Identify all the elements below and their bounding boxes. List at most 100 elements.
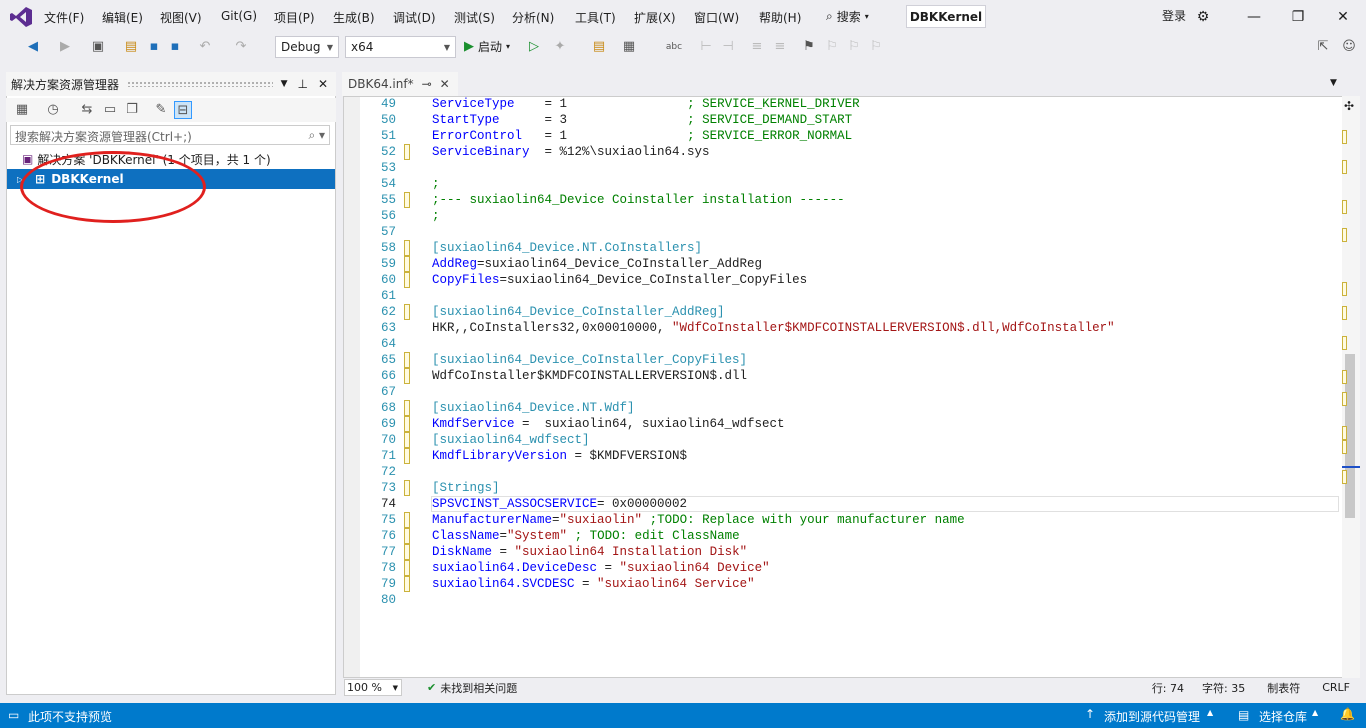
login-link[interactable]: 登录: [1162, 7, 1186, 24]
code-line[interactable]: 63 HKR,,CoInstallers32,0x00010000, "WdfCo…: [360, 320, 1115, 336]
menu-item[interactable]: 文件(F): [44, 9, 84, 26]
code-line[interactable]: 54;: [360, 176, 440, 192]
menu-item[interactable]: 分析(N): [512, 9, 554, 26]
column-indicator[interactable]: 字符: 35: [1202, 680, 1245, 696]
select-repository-button[interactable]: 选择仓库: [1259, 708, 1307, 725]
code-line[interactable]: 75 ManufacturerName="suxiaolin" ;TODO: Re…: [360, 512, 965, 528]
menu-item[interactable]: 视图(V): [160, 9, 202, 26]
minimize-icon[interactable]: —: [1244, 7, 1264, 27]
align-right-icon[interactable]: ⊣: [719, 38, 737, 56]
code-line[interactable]: 78 suxiaolin64.DeviceDesc = "suxiaolin64 …: [360, 560, 770, 576]
code-line[interactable]: 77 DiskName = "suxiaolin64 Installation D…: [360, 544, 747, 560]
menu-item[interactable]: 工具(T): [575, 9, 616, 26]
code-line[interactable]: 68 [suxiaolin64_Device.NT.Wdf]: [360, 400, 635, 416]
undo-icon[interactable]: ↶: [196, 38, 214, 56]
tab-overflow-icon[interactable]: ▼: [1330, 78, 1337, 88]
code-line[interactable]: 70 [suxiaolin64_wdfsect]: [360, 432, 590, 448]
clear-bookmarks-icon[interactable]: ⚐: [867, 38, 885, 56]
preview-selected-icon[interactable]: ⊟: [174, 101, 192, 119]
next-bookmark-icon[interactable]: ⚐: [845, 38, 863, 56]
code-line[interactable]: 53: [360, 160, 432, 176]
code-line[interactable]: 58 [suxiaolin64_Device.NT.CoInstallers]: [360, 240, 702, 256]
menu-item[interactable]: 项目(P): [274, 9, 315, 26]
drag-handle[interactable]: [127, 81, 273, 87]
start-debugging-button[interactable]: ▶ 启动 ▾: [464, 38, 510, 55]
tabs-indicator[interactable]: 制表符: [1267, 680, 1300, 696]
save-all-icon[interactable]: ▪: [166, 38, 184, 56]
search-button[interactable]: ⌕ 搜索 ▾: [826, 4, 896, 28]
close-icon[interactable]: ✕: [440, 77, 450, 91]
code-line[interactable]: 74 SPSVCINST_ASSOCSERVICE= 0x00000002: [360, 496, 687, 512]
open-folder-icon[interactable]: ▤: [122, 38, 140, 56]
add-to-source-control-button[interactable]: 添加到源代码管理: [1104, 708, 1200, 725]
spell-check-icon[interactable]: abc: [665, 38, 683, 56]
code-line[interactable]: 66 WdfCoInstaller$KMDFCOINSTALLERVERSION$…: [360, 368, 747, 384]
window-layout-icon[interactable]: ▦: [620, 38, 638, 56]
new-project-icon[interactable]: ▣: [89, 38, 107, 56]
menu-item[interactable]: 帮助(H): [759, 9, 801, 26]
save-icon[interactable]: ▪: [145, 38, 163, 56]
visual-studio-logo-icon[interactable]: [9, 6, 33, 28]
folder-view-icon[interactable]: ▤: [590, 38, 608, 56]
code-line[interactable]: 76 ClassName="System" ; TODO: edit ClassN…: [360, 528, 740, 544]
align-icon[interactable]: ⊢: [697, 38, 715, 56]
code-line[interactable]: 60 CopyFiles=suxiaolin64_Device_CoInstall…: [360, 272, 807, 288]
notifications-icon[interactable]: 🔔: [1340, 707, 1355, 721]
code-line[interactable]: 62 [suxiaolin64_Device_CoInstaller_AddReg…: [360, 304, 725, 320]
code-line[interactable]: 79 suxiaolin64.SVCDESC = "suxiaolin64 Ser…: [360, 576, 755, 592]
back-icon[interactable]: ◀: [24, 38, 42, 56]
menu-item[interactable]: 测试(S): [454, 9, 495, 26]
menu-item[interactable]: 扩展(X): [634, 9, 676, 26]
line-ending-indicator[interactable]: CRLF: [1322, 681, 1350, 694]
switch-views-icon[interactable]: ▦: [13, 101, 31, 119]
menu-item[interactable]: 生成(B): [333, 9, 375, 26]
account-settings-icon[interactable]: ⚙: [1193, 7, 1213, 27]
code-line[interactable]: 72: [360, 464, 432, 480]
code-line[interactable]: 65 [suxiaolin64_Device_CoInstaller_CopyFi…: [360, 352, 747, 368]
code-line[interactable]: 67: [360, 384, 432, 400]
sync-icon[interactable]: ⇆: [78, 101, 96, 119]
uncomment-icon[interactable]: ≡: [771, 38, 789, 56]
menu-item[interactable]: Git(G): [221, 9, 257, 23]
configuration-select[interactable]: Debug ▼: [275, 36, 339, 58]
pin-icon[interactable]: ⊸: [422, 77, 432, 91]
code-line[interactable]: 71 KmdfLibraryVersion = $KMDFVERSION$: [360, 448, 687, 464]
start-without-debugging-icon[interactable]: ▷: [525, 38, 543, 56]
code-line[interactable]: 73 [Strings]: [360, 480, 500, 496]
solution-search-input[interactable]: 搜索解决方案资源管理器(Ctrl+;) ⌕ ▾: [10, 125, 330, 145]
comment-icon[interactable]: ≡: [748, 38, 766, 56]
hot-reload-icon[interactable]: ✦: [551, 38, 569, 56]
history-icon[interactable]: ◷: [44, 101, 62, 119]
issues-indicator[interactable]: 未找到相关问题: [440, 680, 517, 696]
restore-icon[interactable]: ❐: [1288, 7, 1308, 27]
code-line[interactable]: 59 AddReg=suxiaolin64_Device_CoInstaller_…: [360, 256, 762, 272]
close-icon[interactable]: ✕: [1333, 7, 1353, 27]
live-share-icon[interactable]: ⇱: [1314, 38, 1332, 56]
menu-item[interactable]: 编辑(E): [102, 9, 143, 26]
code-line[interactable]: 64: [360, 336, 432, 352]
code-line[interactable]: 56;: [360, 208, 440, 224]
platform-select[interactable]: x64 ▼: [345, 36, 456, 58]
code-line[interactable]: 52 ServiceBinary = %12%\suxiaolin64.sys: [360, 144, 710, 160]
bookmark-icon[interactable]: ⚑: [800, 38, 818, 56]
prev-bookmark-icon[interactable]: ⚐: [823, 38, 841, 56]
code-line[interactable]: 80: [360, 592, 432, 608]
show-all-files-icon[interactable]: ❐: [123, 101, 141, 119]
split-icon[interactable]: ✣: [1344, 99, 1354, 113]
menu-item[interactable]: 窗口(W): [694, 9, 739, 26]
menu-item[interactable]: 调试(D): [393, 9, 436, 26]
code-line[interactable]: 55 ;--- suxiaolin64_Device Coinstaller in…: [360, 192, 845, 208]
collapse-all-icon[interactable]: ▭: [101, 101, 119, 119]
zoom-select[interactable]: 100 % ▼: [344, 679, 402, 696]
code-line[interactable]: 61: [360, 288, 432, 304]
code-line[interactable]: 49 ServiceType = 1 ; SERVICE_KERNEL_DRIVE…: [360, 96, 860, 112]
code-line[interactable]: 51 ErrorControl = 1 ; SERVICE_ERROR_NORMA…: [360, 128, 852, 144]
properties-icon[interactable]: ✎: [152, 101, 170, 119]
forward-icon[interactable]: ▶: [56, 38, 74, 56]
code-line[interactable]: 69 KmdfService = suxiaolin64, suxiaolin64…: [360, 416, 785, 432]
redo-icon[interactable]: ↷: [232, 38, 250, 56]
feedback-icon[interactable]: ☺: [1340, 38, 1358, 56]
line-indicator[interactable]: 行: 74: [1152, 680, 1184, 696]
tab-dbk64-inf[interactable]: DBK64.inf* ⊸ ✕: [342, 72, 458, 96]
code-line[interactable]: 50 StartType = 3 ; SERVICE_DEMAND_START: [360, 112, 852, 128]
